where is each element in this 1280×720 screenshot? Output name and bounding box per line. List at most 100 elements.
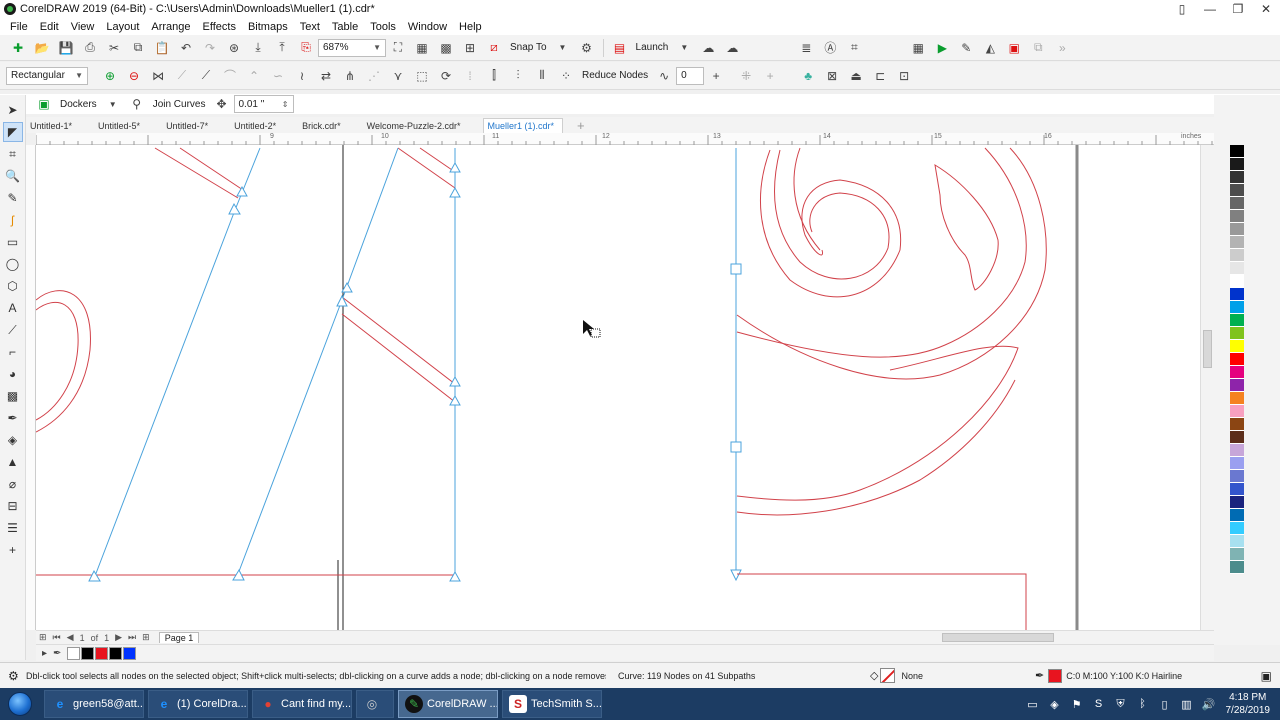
smart-fill-icon[interactable]: ▲	[3, 452, 23, 472]
export-icon[interactable]: ⤒	[272, 38, 292, 58]
palette-swatch[interactable]	[1230, 392, 1244, 405]
measure-icon[interactable]: ◭	[980, 38, 1000, 58]
shape-tool-icon[interactable]: ◤	[2, 122, 23, 142]
taskbar-techsmith[interactable]: S TechSmith S...	[502, 690, 602, 718]
menu-tools[interactable]: Tools	[364, 21, 402, 33]
upload-icon[interactable]: ☁	[698, 38, 718, 58]
reverse-direction-icon[interactable]: ⇄	[316, 66, 336, 86]
restore-small-icon[interactable]: ▯	[1168, 0, 1196, 18]
palette-swatch[interactable]	[1230, 418, 1244, 431]
add-page-after-icon[interactable]: ⊞	[142, 632, 150, 643]
palette-swatch[interactable]	[1230, 483, 1244, 496]
prev-page-icon[interactable]: ◀	[67, 632, 74, 643]
eyedropper-tool-icon[interactable]: ✒	[3, 408, 23, 428]
palette-swatch[interactable]	[1230, 353, 1244, 366]
mirror-vertical-icon[interactable]: ⫶	[508, 66, 528, 86]
palette-swatch[interactable]	[1230, 171, 1244, 184]
spinner-icon[interactable]: ⇕	[282, 100, 289, 109]
vertical-scrollbar-thumb[interactable]	[1203, 330, 1212, 368]
horizontal-ruler[interactable]: 9 10 11 12 13 14 15 16 inches	[35, 133, 1214, 145]
quick-customize-icon[interactable]: ♣	[798, 66, 818, 86]
palette-swatch[interactable]	[1230, 197, 1244, 210]
menu-view[interactable]: View	[65, 21, 101, 33]
options-gear-icon[interactable]: ⚙	[577, 38, 597, 58]
palette-swatch[interactable]	[1230, 184, 1244, 197]
show-rulers-icon[interactable]: ▦	[412, 38, 432, 58]
red-curve[interactable]	[154, 147, 244, 199]
save-icon[interactable]: 💾	[56, 38, 76, 58]
freehand-tool-icon[interactable]: ✎	[3, 188, 23, 208]
red-curve[interactable]	[397, 147, 456, 189]
crop-tool-icon[interactable]: ⌗	[3, 144, 23, 164]
taskbar-app[interactable]: ◎	[356, 690, 394, 718]
print-icon[interactable]: ⎙	[80, 38, 100, 58]
join-nodes-icon[interactable]: ⋈	[148, 66, 168, 86]
taskbar-ie-2[interactable]: e (1) CorelDra...	[148, 690, 248, 718]
copy-icon[interactable]: ⧉	[128, 38, 148, 58]
page-tab[interactable]: Page 1	[158, 632, 200, 643]
palette-swatch[interactable]	[1230, 145, 1244, 158]
smoothness-input[interactable]: 0	[676, 66, 705, 85]
palette-swatch[interactable]	[1230, 301, 1244, 314]
lines-tool-icon[interactable]: ☰	[3, 518, 23, 538]
outline-pen-icon[interactable]: ⌀	[3, 474, 23, 494]
import-icon[interactable]: ⤓	[248, 38, 268, 58]
delete-node-icon[interactable]: ⊖	[124, 66, 144, 86]
bitmap-trace-icon[interactable]: ⌗	[844, 38, 864, 58]
palette-swatch[interactable]	[1230, 509, 1244, 522]
snap-icon[interactable]: ⧄	[484, 38, 504, 58]
doc-swatch-blue[interactable]	[123, 646, 137, 660]
pause-macro-icon[interactable]: ⧉	[1028, 38, 1048, 58]
menu-effects[interactable]: Effects	[197, 21, 242, 33]
publish-pdf-icon[interactable]: ⎘	[296, 38, 316, 58]
fill-indicator[interactable]: None	[880, 668, 923, 683]
stretch-nodes-icon[interactable]: ⬚	[412, 66, 432, 86]
macro-editor-icon[interactable]: ✎	[956, 38, 976, 58]
palette-swatch[interactable]	[1230, 522, 1244, 535]
extend-curve-icon[interactable]: ⋔	[340, 66, 360, 86]
doc-swatch-black[interactable]	[81, 646, 95, 660]
extract-subpath-icon[interactable]: ⋰	[364, 66, 384, 86]
launch-icon[interactable]: ▤	[610, 38, 630, 58]
rotate-nodes-icon[interactable]: ⟳	[436, 66, 456, 86]
red-curve[interactable]	[793, 147, 821, 251]
palette-swatch[interactable]	[1230, 223, 1244, 236]
run-macro-icon[interactable]: ▶	[932, 38, 952, 58]
to-line-icon[interactable]: ⟋	[196, 66, 216, 86]
tab-welcome-puzzle[interactable]: Welcome-Puzzle-2.cdr*	[363, 119, 469, 133]
palette-swatch[interactable]	[1230, 496, 1244, 509]
no-color-swatch[interactable]	[67, 646, 81, 660]
last-page-icon[interactable]: ⏭	[128, 632, 136, 643]
eyedropper-icon[interactable]: ✒	[53, 648, 61, 659]
volume-icon[interactable]: 🔊	[1201, 696, 1217, 712]
vertical-scrollbar[interactable]	[1200, 145, 1214, 630]
red-curve[interactable]	[736, 345, 1019, 501]
tab-brick[interactable]: Brick.cdr*	[298, 119, 349, 133]
next-page-icon[interactable]: ▶	[115, 632, 122, 643]
reflect-nodes-icon[interactable]: ⦀	[532, 66, 552, 86]
add-node-icon[interactable]: ⊕	[100, 66, 120, 86]
palette-swatch[interactable]	[1230, 340, 1244, 353]
taskbar-chrome[interactable]: ● Cant find my...	[252, 690, 352, 718]
menu-window[interactable]: Window	[402, 21, 453, 33]
palette-swatch[interactable]	[1230, 561, 1244, 574]
vertical-ruler[interactable]	[26, 145, 36, 630]
polygon-tool-icon[interactable]: ⬡	[3, 276, 23, 296]
transparency-tool-icon[interactable]: ▩	[3, 386, 23, 406]
tab-untitled-2[interactable]: Untitled-2*	[230, 119, 284, 133]
wireframe-icon[interactable]: ⊠	[822, 66, 842, 86]
drawing-canvas[interactable]	[36, 145, 1206, 630]
palette-swatch[interactable]	[1230, 405, 1244, 418]
red-curve[interactable]	[36, 290, 91, 433]
menu-text[interactable]: Text	[294, 21, 326, 33]
monitor-icon[interactable]: ▭	[1025, 696, 1041, 712]
add-tool-icon[interactable]: +	[3, 540, 23, 560]
text-properties-icon[interactable]: Ⓐ	[820, 38, 840, 58]
show-guidelines-icon[interactable]: ⊞	[460, 38, 480, 58]
doc-swatch-black-2[interactable]	[109, 646, 123, 660]
palette-swatch[interactable]	[1230, 236, 1244, 249]
selected-blue-path[interactable]	[94, 147, 456, 577]
bluetooth-icon[interactable]: ᛒ	[1135, 696, 1151, 712]
horizontal-scrollbar-thumb[interactable]	[942, 633, 1054, 642]
settings-gear-icon[interactable]: ⚙	[8, 669, 19, 683]
